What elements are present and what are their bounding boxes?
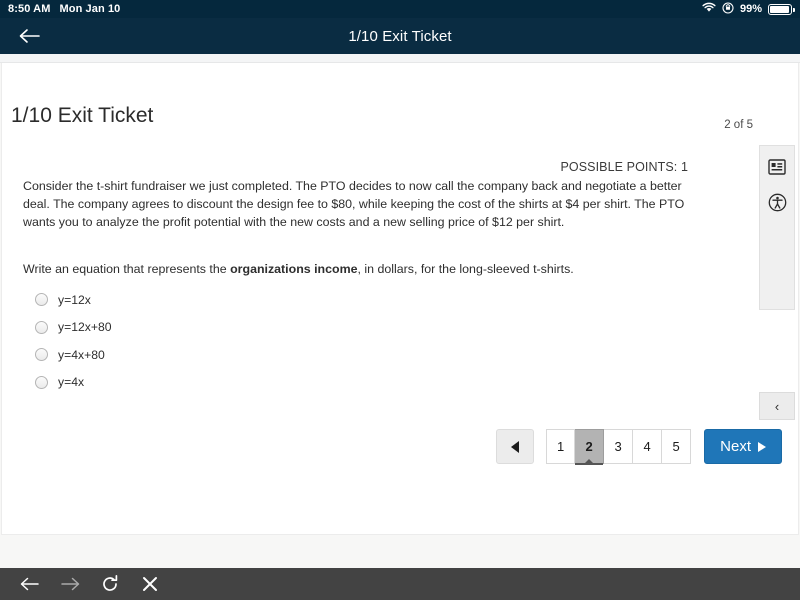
previous-page-button[interactable] [496,429,535,464]
possible-points-label: POSSIBLE POINTS: 1 [560,160,688,174]
status-bar: 8:50 AM Mon Jan 10 99% [0,0,800,18]
stimulus-text: Consider the t-shirt fundraiser we just … [23,179,685,229]
answer-choice-list: y=12x y=12x+80 y=4x+80 y=4x [35,286,435,396]
browser-back-icon[interactable] [18,572,42,596]
question-prompt: Write an equation that represents the or… [23,260,703,278]
answer-choice[interactable]: y=4x+80 [35,341,435,369]
page-title: 1/10 Exit Ticket [11,104,154,127]
close-icon[interactable] [138,572,162,596]
pagination: 1 2 3 4 5 Next [496,429,782,465]
battery-percent: 99% [739,3,762,15]
answer-choice[interactable]: y=4x [35,369,435,397]
back-arrow-icon[interactable] [12,18,46,54]
radio-button-icon[interactable] [35,293,48,307]
reference-sheet-icon[interactable] [766,156,788,178]
app-screen: 8:50 AM Mon Jan 10 99% 1/10 Exit Ticket … [0,0,800,600]
answer-choice-label: y=12x [58,292,91,307]
header-divider-band [0,54,800,63]
browser-forward-icon[interactable] [58,572,82,596]
next-triangle-icon [758,441,766,452]
page-count-indicator: 2 of 5 [724,119,753,131]
previous-triangle-icon [511,440,520,453]
status-bar-right: 99% [702,1,795,17]
collapse-panel-button[interactable]: ‹ [759,392,795,420]
status-date: Mon Jan 10 [59,3,121,15]
app-header: 1/10 Exit Ticket [0,18,800,54]
wifi-icon [702,2,716,16]
next-button-label: Next [720,438,751,455]
assignment-card: 1/10 Exit Ticket 2 of 5 POSSIBLE POINTS:… [1,63,799,535]
page-number-button[interactable]: 3 [604,429,634,464]
page-number-list: 1 2 3 4 5 [546,429,692,465]
rotation-lock-icon [722,1,734,17]
status-time: 8:50 AM [8,3,51,15]
reload-icon[interactable] [98,572,122,596]
app-title: 1/10 Exit Ticket [348,27,452,45]
status-bar-left: 8:50 AM Mon Jan 10 [8,3,120,15]
answer-choice[interactable]: y=12x [35,286,435,314]
tool-panel [759,145,795,310]
next-button[interactable]: Next [704,429,782,464]
prompt-text-after: , in dollars, for the long-sleeved t-shi… [357,262,574,276]
active-page-underline [575,463,604,465]
page-number-button[interactable]: 5 [662,429,692,464]
answer-choice[interactable]: y=12x+80 [35,314,435,342]
page-body: 1/10 Exit Ticket 2 of 5 POSSIBLE POINTS:… [0,63,800,568]
battery-icon [768,3,795,15]
radio-button-icon[interactable] [35,348,48,362]
answer-choice-label: y=4x+80 [58,347,105,362]
radio-button-icon[interactable] [35,320,48,334]
radio-button-icon[interactable] [35,375,48,389]
page-number-button-active[interactable]: 2 [575,429,605,465]
browser-toolbar [0,568,800,600]
page-number-button[interactable]: 4 [633,429,663,464]
answer-choice-label: y=4x [58,375,85,390]
answer-choice-label: y=12x+80 [58,320,112,335]
accessibility-icon[interactable] [766,191,788,213]
page-number-button[interactable]: 1 [546,429,576,464]
prompt-text-emphasis: organizations income [230,262,358,276]
prompt-text-before: Write an equation that represents the [23,262,231,276]
